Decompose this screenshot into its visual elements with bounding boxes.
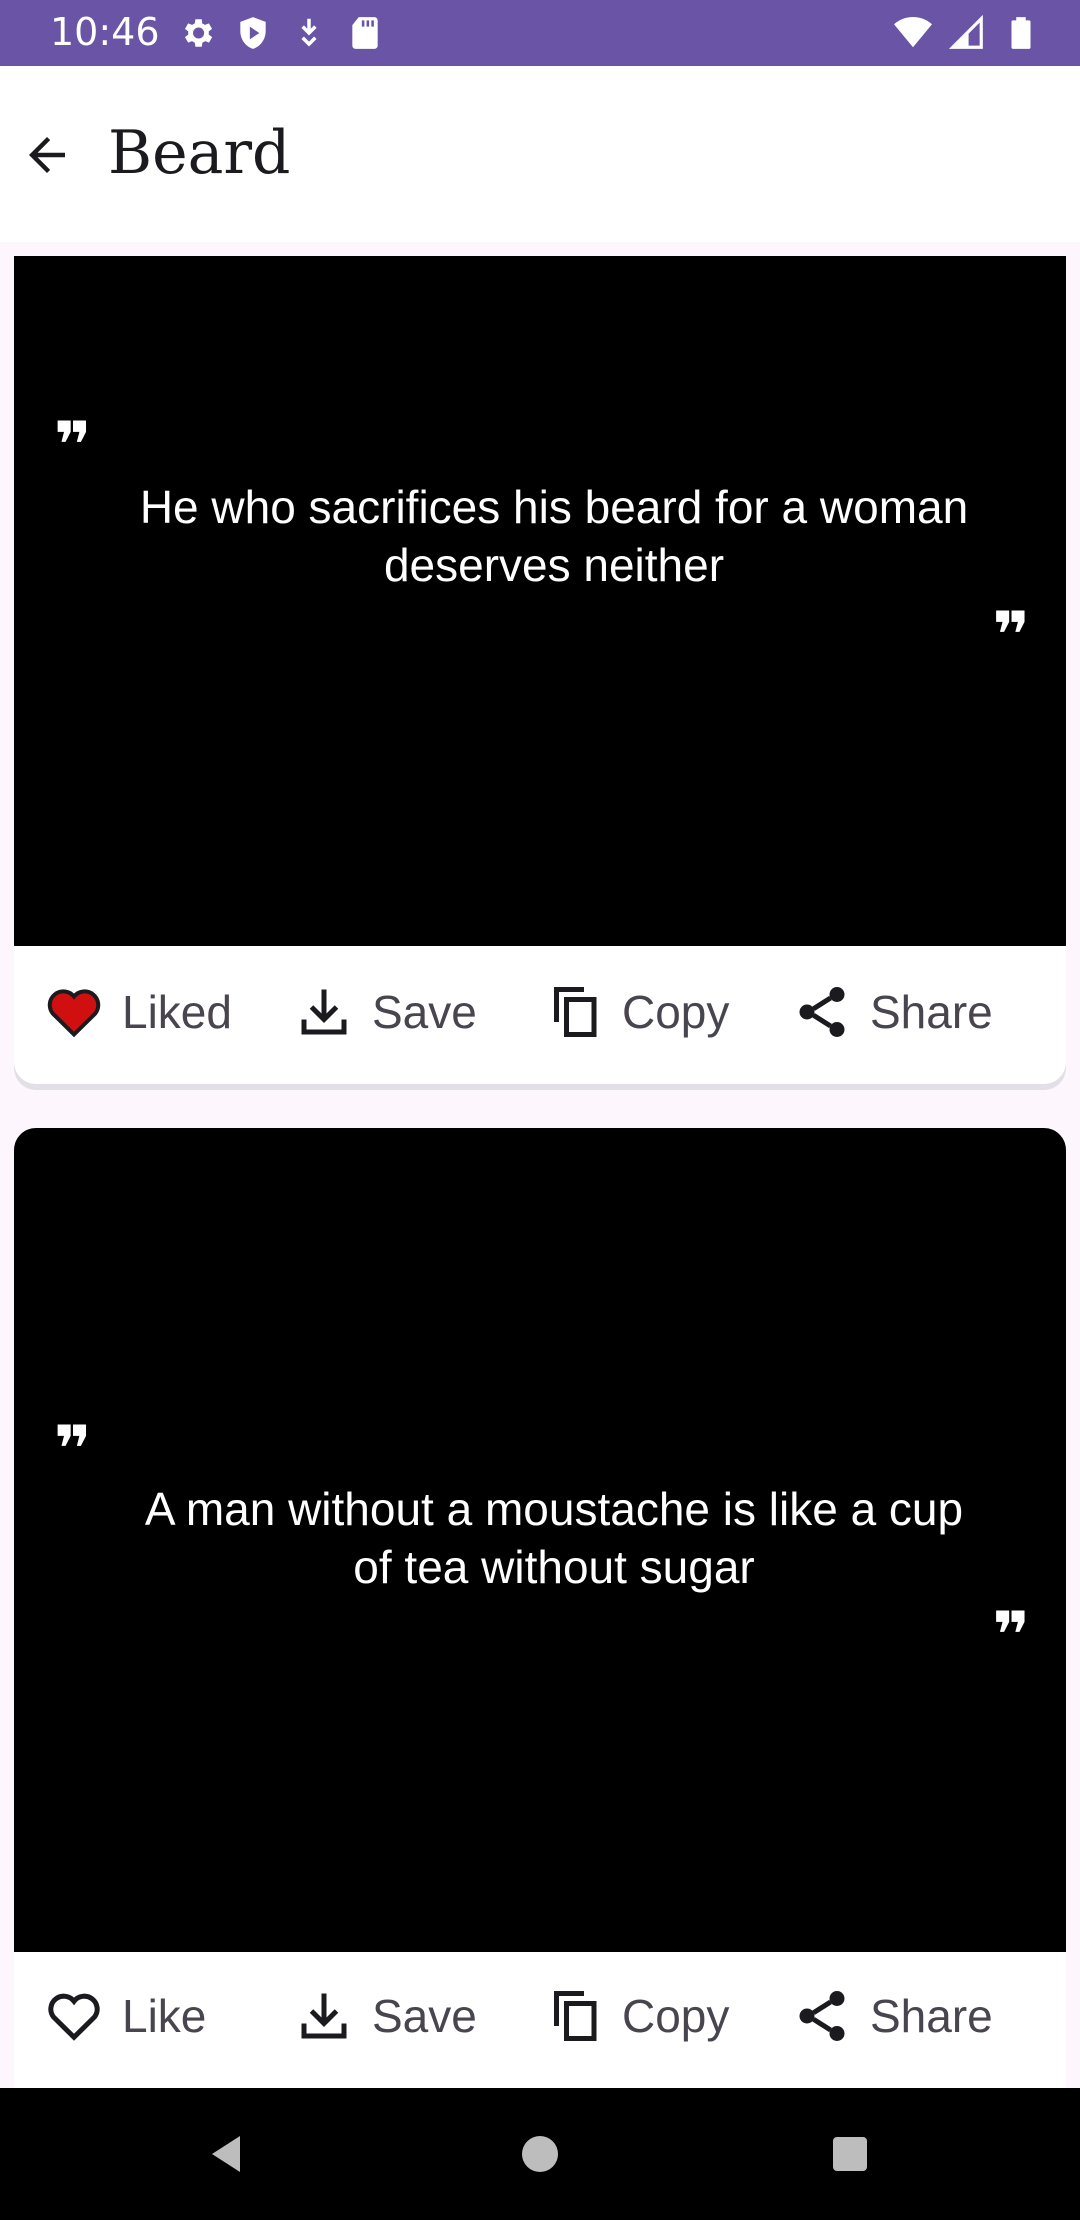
quote-text: A man without a moustache is like a cup … <box>144 1483 964 1593</box>
page-title: Beard <box>108 118 291 188</box>
quote-card: ❞ A man without a moustache is like a cu… <box>14 1128 1066 2088</box>
recents-square-icon <box>833 2137 867 2171</box>
signal-icon <box>948 14 983 49</box>
status-right-icons <box>894 14 1040 52</box>
like-button[interactable]: Like <box>44 1956 206 2076</box>
quote-image[interactable]: ❞ A man without a moustache is like a cu… <box>14 1128 1066 1952</box>
save-label: Save <box>372 1990 477 2042</box>
open-quote-icon: ❞ <box>54 1413 92 1487</box>
copy-icon <box>554 1991 597 2041</box>
share-button[interactable]: Share <box>792 952 993 1072</box>
close-quote-icon: ❞ <box>992 599 1030 673</box>
download-icon <box>301 1993 347 2039</box>
home-circle-icon <box>522 2136 558 2172</box>
copy-label: Copy <box>622 986 730 1038</box>
like-label: Like <box>122 1990 207 2042</box>
status-bar: 10:46 <box>0 0 1080 66</box>
open-quote-icon: ❞ <box>54 409 92 483</box>
copy-label: Copy <box>622 1990 730 2042</box>
save-button[interactable]: Save <box>294 952 477 1072</box>
copy-icon <box>554 987 597 1037</box>
back-button[interactable] <box>14 122 80 188</box>
save-label: Save <box>372 986 477 1038</box>
share-icon <box>799 987 845 1037</box>
quote-feed[interactable]: ❞ He who sacrifices his beard for a woma… <box>0 242 1080 2088</box>
share-button[interactable]: Share <box>792 1956 993 2076</box>
nav-back-button[interactable] <box>198 2124 258 2184</box>
download-icon <box>301 18 317 47</box>
wifi-icon <box>894 17 932 48</box>
sd-card-icon <box>352 17 378 49</box>
nav-home-button[interactable] <box>510 2124 570 2184</box>
arrow-back-icon <box>29 137 65 173</box>
share-icon <box>799 1991 845 2041</box>
heart-outline-icon <box>48 1993 100 2041</box>
app-bar: Beard <box>0 66 1080 242</box>
battery-icon <box>1011 17 1031 49</box>
copy-button[interactable]: Copy <box>544 952 729 1072</box>
quote-actions: Like Save Copy Share <box>14 1956 1066 2076</box>
system-nav-bar <box>0 2088 1080 2220</box>
like-label: Liked <box>122 986 232 1038</box>
quote-card: ❞ He who sacrifices his beard for a woma… <box>14 256 1066 1084</box>
download-icon <box>301 989 347 1035</box>
share-label: Share <box>870 986 993 1038</box>
shield-icon <box>240 17 266 49</box>
close-quote-icon: ❞ <box>992 1599 1030 1673</box>
quote-text: He who sacrifices his beard for a woman … <box>139 481 969 591</box>
quote-actions: Liked Save Copy Share <box>14 952 1066 1072</box>
quote-image[interactable]: ❞ He who sacrifices his beard for a woma… <box>14 256 1066 946</box>
like-button[interactable]: Liked <box>44 952 232 1072</box>
settings-icon <box>184 19 213 47</box>
save-button[interactable]: Save <box>294 1956 477 2076</box>
nav-recents-button[interactable] <box>820 2124 880 2184</box>
copy-button[interactable]: Copy <box>544 1956 729 2076</box>
status-left-icons <box>178 14 384 52</box>
status-time: 10:46 <box>50 10 160 54</box>
back-triangle-icon <box>212 2136 240 2172</box>
heart-filled-icon <box>47 989 101 1038</box>
share-label: Share <box>870 1990 993 2042</box>
